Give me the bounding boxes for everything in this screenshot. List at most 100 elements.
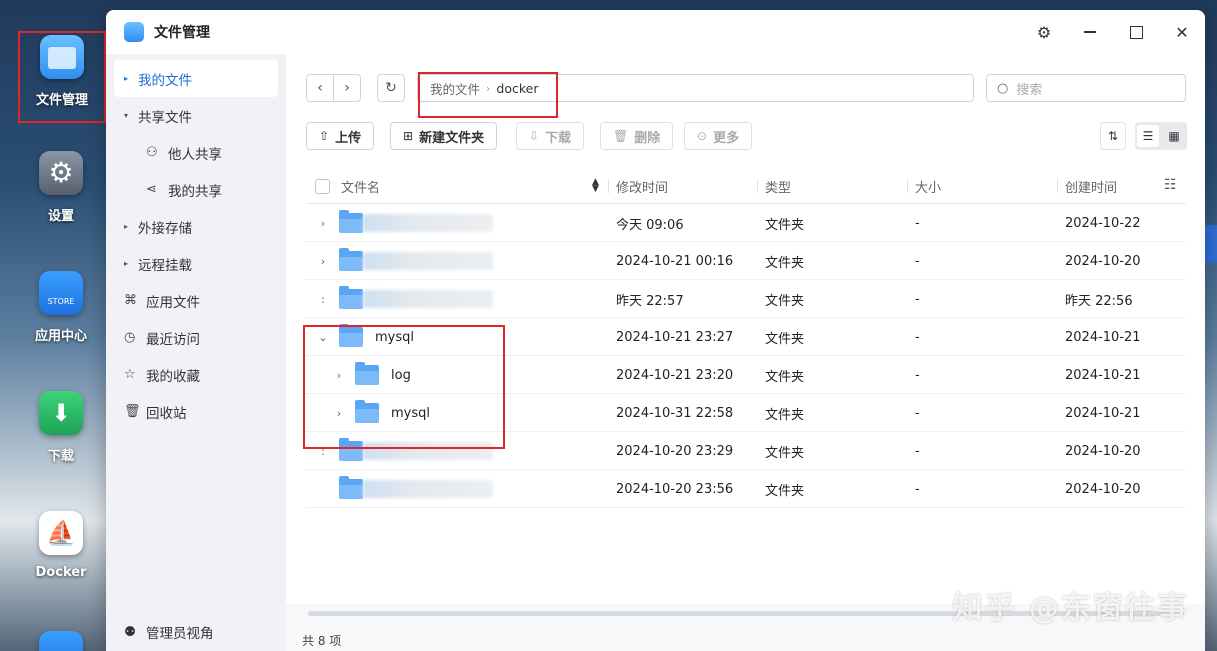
sort-icon[interactable]: ▲ ▼ [592,178,599,194]
sidebar-item-recent[interactable]: ◷ 最近访问 [106,319,286,356]
expand-chevron-icon[interactable]: › [332,394,346,432]
table-row[interactable]: › 今天 09:06 文件夹 - 2024-10-22 [306,204,1186,242]
dock-app-sync[interactable] [18,631,104,651]
sidebar-item-label: 最近访问 [146,331,200,348]
refresh-button[interactable]: ↻ [377,74,405,102]
column-header-created[interactable]: 创建时间 [1056,168,1117,204]
new-folder-label: 新建文件夹 [419,130,485,146]
trash-icon: 🗑 [613,129,629,143]
sidebar-item-trash[interactable]: 🗑 回收站 [106,393,286,430]
dock-app-file-manager[interactable]: 文件管理 [18,31,106,123]
sidebar-item-app-files[interactable]: ⌘ 应用文件 [106,282,286,319]
sidebar-item-my-shares[interactable]: ⋖ 我的共享 [106,171,286,208]
expand-chevron-icon[interactable]: : [316,280,330,318]
file-name-cell[interactable]: mysql [339,318,414,356]
expand-chevron-icon[interactable]: › [332,356,346,394]
settings-gear-icon[interactable]: ⚙ [1021,10,1067,54]
file-name-cell[interactable] [339,242,493,280]
download-label: 下载 [545,130,572,146]
search-input[interactable]: ○ 搜索 [986,74,1186,102]
dock-app-settings[interactable]: ⚙ 设置 [18,151,104,224]
minimize-button[interactable] [1067,10,1113,54]
column-header-modified[interactable]: 修改时间 [607,168,668,204]
caret-right-icon: ▸ [124,259,129,268]
maximize-button[interactable] [1113,10,1159,54]
store-icon-text: STORE [47,297,75,306]
more-icon: ⊙ [697,129,708,143]
table-row[interactable]: ⌄ mysql 2024-10-21 23:27 文件夹 - 2024-10-21 [306,318,1186,356]
gear-app-icon: ⚙ [39,151,83,195]
cell-type: 文件夹 [765,369,805,385]
cell-type: 文件夹 [765,331,805,347]
folder-icon [339,286,363,309]
table-row[interactable]: : 2024-10-20 23:29 文件夹 - 2024-10-20 [306,432,1186,470]
delete-button[interactable]: 🗑 删除 [600,122,674,150]
file-name-cell[interactable] [339,470,493,508]
caret-right-icon: ▸ [124,222,129,231]
column-settings-icon[interactable]: ☷ [1164,177,1177,193]
dock-app-label: 文件管理 [35,93,88,108]
cell-type: 文件夹 [765,255,805,271]
app-logo-icon [124,22,144,42]
breadcrumb-my-files[interactable]: 我的文件 [430,79,480,98]
close-button[interactable]: ✕ [1159,10,1205,54]
more-button[interactable]: ⊙ 更多 [684,122,753,150]
sidebar-item-remote-mount[interactable]: ▸ 远程挂载 [106,245,286,282]
cell-modified: 2024-10-21 00:16 [616,253,734,269]
file-name: log [391,367,411,383]
folder-icon [355,400,379,423]
column-header-name[interactable]: 文件名 [341,168,380,204]
dock-app-label: 下载 [47,449,74,464]
store-app-icon: STORE [39,271,83,315]
dock-app-download[interactable]: ⬇ 下载 [18,391,104,464]
list-view-icon[interactable]: ☰ [1137,125,1159,147]
table-row[interactable]: › 2024-10-21 00:16 文件夹 - 2024-10-20 [306,242,1186,280]
column-header-size[interactable]: 大小 [906,168,941,204]
dock-app-store[interactable]: STORE 应用中心 [18,271,104,344]
sidebar-item-shared-with-me[interactable]: ⚇ 他人共享 [106,134,286,171]
admin-view-toggle[interactable]: ⚉ 管理员视角 [106,613,286,651]
expand-chevron-icon[interactable]: › [316,242,330,280]
dock-app-docker[interactable]: ⛵ Docker [18,511,104,580]
cell-modified: 2024-10-21 23:20 [616,367,734,383]
upload-button[interactable]: ⇧ 上传 [306,122,375,150]
forward-button[interactable]: › [333,74,361,102]
sidebar-item-external-storage[interactable]: ▸ 外接存储 [106,208,286,245]
cell-modified: 今天 09:06 [616,217,684,233]
breadcrumb-docker[interactable]: docker [496,81,538,96]
file-name-cell[interactable]: log [355,356,411,394]
sort-order-button[interactable]: ⇅ [1100,122,1126,150]
docker-app-icon: ⛵ [39,511,83,555]
file-name-cell[interactable] [339,432,493,470]
sidebar-item-favorites[interactable]: ☆ 我的收藏 [106,356,286,393]
file-name-cell[interactable] [339,204,493,242]
expand-chevron-icon[interactable]: › [316,204,330,242]
new-folder-icon: ⊞ [403,129,414,143]
file-manager-window: 文件管理 ⚙ ✕ ▸ 我的文件 ▾ 共享文件 ⚇ 他人共享 ⋖ 我的共享 ▸ 外… [106,10,1205,651]
sidebar-item-label: 我的共享 [168,183,222,200]
table-row[interactable]: › mysql 2024-10-31 22:58 文件夹 - 2024-10-21 [306,394,1186,432]
grid-view-icon[interactable]: ▦ [1163,125,1185,147]
expand-chevron-icon[interactable]: : [316,432,330,470]
sidebar-item-shared-files[interactable]: ▾ 共享文件 [106,97,286,134]
table-row[interactable]: 2024-10-20 23:56 文件夹 - 2024-10-20 [306,470,1186,508]
column-header-type[interactable]: 类型 [756,168,791,204]
expand-chevron-icon[interactable]: ⌄ [316,318,330,356]
back-button[interactable]: ‹ [306,74,334,102]
address-bar[interactable]: 我的文件 › docker [417,74,974,102]
table-row[interactable]: : 昨天 22:57 文件夹 - 昨天 22:56 [306,280,1186,318]
file-name-cell[interactable]: mysql [355,394,430,432]
file-name-cell[interactable] [339,280,493,318]
redacted-name [363,480,493,498]
table-row[interactable]: › log 2024-10-21 23:20 文件夹 - 2024-10-21 [306,356,1186,394]
sidebar-item-my-files[interactable]: ▸ 我的文件 [114,60,278,97]
cell-size: - [915,253,920,269]
cell-type: 文件夹 [765,483,805,499]
download-app-icon: ⬇ [39,391,83,435]
redacted-name [363,290,493,308]
expand-chevron-icon[interactable] [316,470,330,508]
select-all-checkbox[interactable] [315,178,330,194]
new-folder-button[interactable]: ⊞ 新建文件夹 [390,122,498,150]
download-button[interactable]: ⇩ 下载 [516,122,585,150]
sidebar-item-label: 应用文件 [146,294,200,311]
